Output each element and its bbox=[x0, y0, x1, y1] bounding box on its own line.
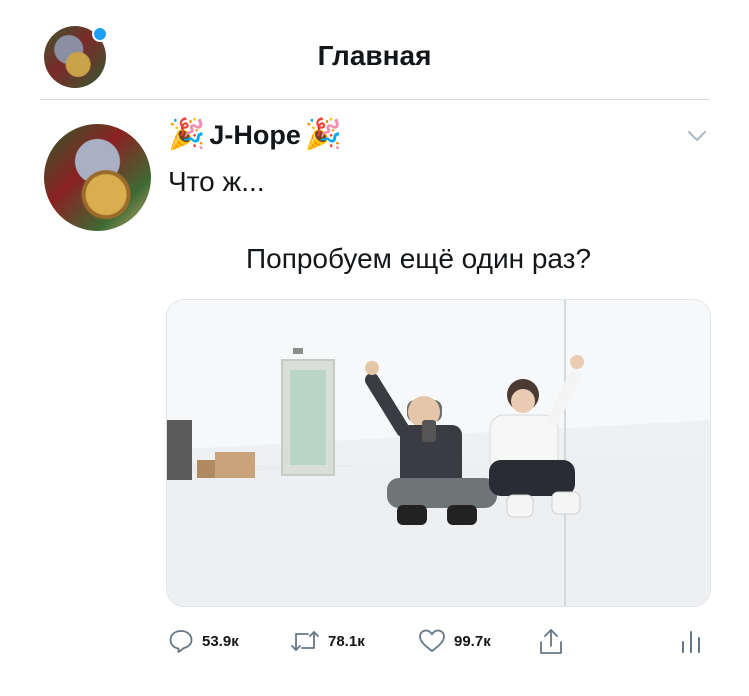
like-count: 99.7к bbox=[454, 632, 491, 650]
reply-icon bbox=[169, 630, 193, 653]
reply-count: 53.9к bbox=[202, 632, 239, 650]
analytics-icon bbox=[682, 631, 700, 653]
author-display-name[interactable]: J-Hope bbox=[209, 120, 301, 151]
header-divider bbox=[40, 99, 709, 100]
retweet-icon bbox=[291, 631, 319, 651]
tweet-photo[interactable] bbox=[166, 299, 711, 607]
top-app-bar: Главная bbox=[0, 0, 749, 100]
like-button[interactable]: 99.7к bbox=[418, 628, 491, 654]
party-popper-icon: 🎉 bbox=[304, 118, 343, 151]
party-popper-icon: 🎉 bbox=[168, 118, 206, 151]
tweet-text-line: Попробуем ещё один раз? bbox=[246, 243, 592, 274]
share-button[interactable] bbox=[538, 628, 564, 656]
heart-icon bbox=[419, 629, 445, 652]
retweet-button[interactable]: 78.1к bbox=[290, 628, 365, 654]
author-avatar[interactable] bbox=[44, 124, 151, 231]
tweet-action-bar: 53.9к 78.1к 99.7к bbox=[0, 620, 749, 670]
reply-button[interactable]: 53.9к bbox=[168, 628, 239, 654]
share-icon bbox=[540, 629, 562, 654]
retweet-count: 78.1к bbox=[328, 632, 365, 650]
page-title: Главная bbox=[317, 40, 432, 71]
author-name-row: 🎉 J-Hope 🎉 bbox=[168, 117, 342, 153]
analytics-button[interactable] bbox=[680, 628, 702, 654]
chevron-down-icon[interactable] bbox=[688, 130, 706, 142]
tweet-text-line: Что ж... bbox=[168, 166, 265, 197]
photo-illustration bbox=[167, 300, 710, 606]
